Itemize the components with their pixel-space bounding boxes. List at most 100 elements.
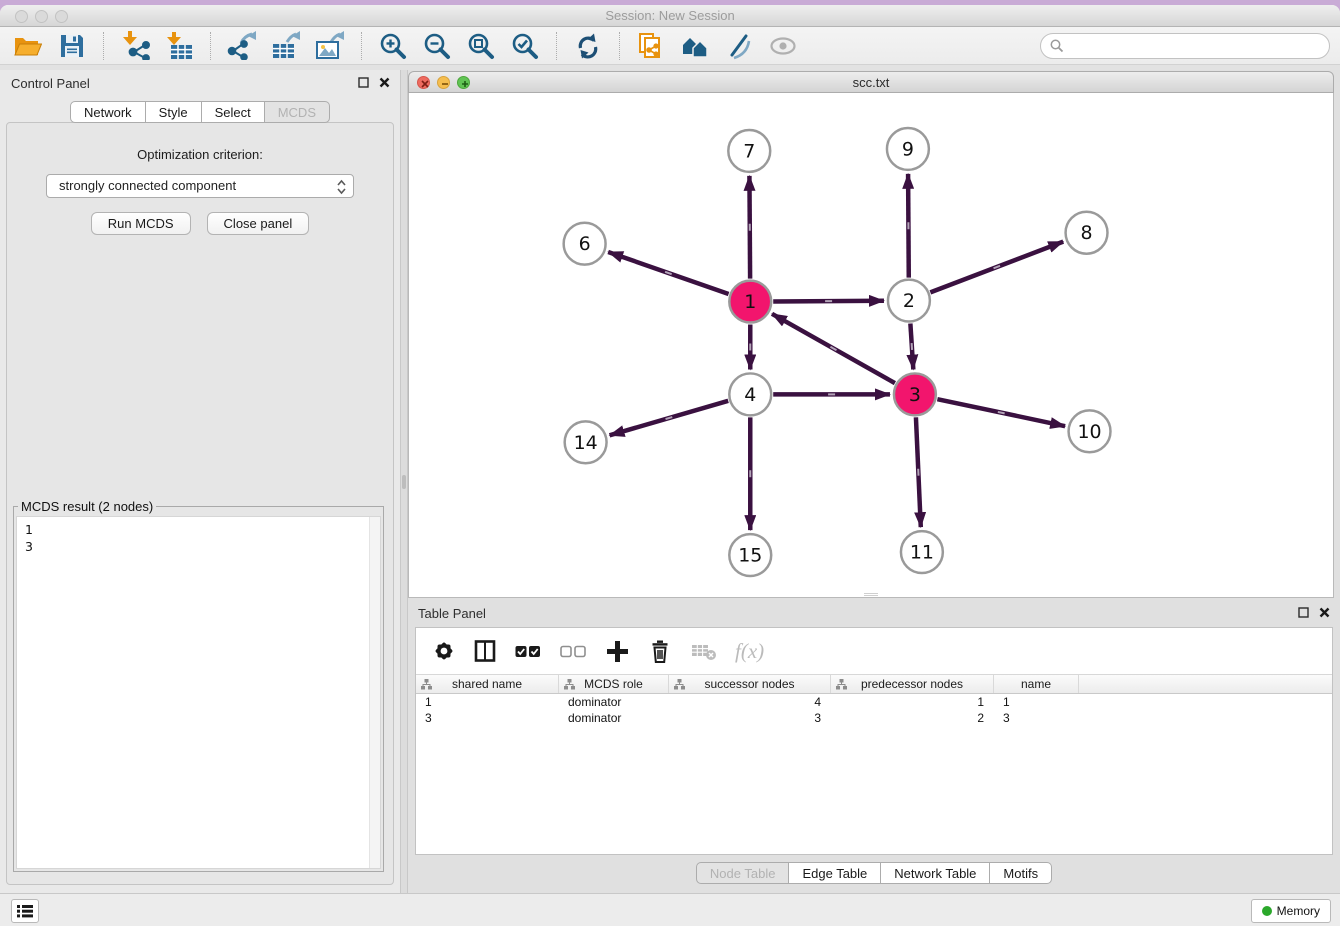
table-row[interactable]: 1dominator411 — [416, 694, 1332, 710]
tab-edge-table[interactable]: Edge Table — [789, 862, 881, 884]
column-header-shared-name[interactable]: shared name — [416, 675, 559, 693]
float-table-panel-icon[interactable] — [1298, 607, 1309, 618]
search-icon — [1050, 39, 1064, 53]
run-mcds-button[interactable]: Run MCDS — [91, 212, 191, 235]
graph-node-2[interactable]: 2 — [888, 280, 930, 322]
network-overview-button[interactable] — [677, 30, 713, 62]
deselect-all-columns-button[interactable] — [559, 635, 587, 667]
criterion-select[interactable]: strongly connected component — [46, 174, 354, 198]
column-header-MCDS-role[interactable]: MCDS role — [559, 675, 669, 693]
control-panel-tabs: NetworkStyleSelectMCDS — [0, 101, 400, 123]
table-cell[interactable]: dominator — [559, 710, 669, 726]
apply-layout-button[interactable] — [570, 30, 606, 62]
houses-icon — [681, 33, 709, 59]
export-table-icon — [271, 31, 301, 60]
tab-mcds[interactable]: MCDS — [265, 101, 330, 123]
tab-network[interactable]: Network — [70, 101, 146, 123]
column-header-predecessor-nodes[interactable]: predecessor nodes — [831, 675, 994, 693]
memory-label: Memory — [1277, 904, 1320, 918]
tab-select[interactable]: Select — [202, 101, 265, 123]
table-cell[interactable]: 3 — [994, 710, 1079, 726]
open-session-button[interactable] — [10, 30, 46, 62]
graph-node-7[interactable]: 7 — [728, 130, 770, 172]
function-builder-button[interactable]: f(x) — [735, 639, 764, 664]
table-cell[interactable]: 3 — [669, 710, 831, 726]
mcds-result-area[interactable]: 1 3 — [16, 516, 381, 869]
show-columns-button[interactable] — [473, 635, 497, 667]
table-cell[interactable]: dominator — [559, 694, 669, 710]
tab-network-table[interactable]: Network Table — [881, 862, 990, 884]
graph-node-11[interactable]: 11 — [901, 531, 943, 573]
search-box[interactable] — [1040, 33, 1330, 59]
edge-label-mark — [828, 393, 835, 395]
search-input[interactable] — [1070, 38, 1320, 53]
close-table-panel-icon[interactable] — [1319, 607, 1330, 618]
canvas-resize-grip[interactable] — [864, 593, 878, 596]
export-network-button[interactable] — [224, 30, 260, 62]
tab-style[interactable]: Style — [146, 101, 202, 123]
column-label: shared name — [452, 677, 522, 691]
column-header-name[interactable]: name — [994, 675, 1079, 693]
delete-column-button[interactable] — [647, 635, 673, 667]
graph-node-15[interactable]: 15 — [729, 534, 771, 576]
tab-node-table[interactable]: Node Table — [696, 862, 790, 884]
zoom-fit-button[interactable] — [463, 30, 499, 62]
graph-node-14[interactable]: 14 — [565, 421, 607, 463]
graph-node-3[interactable]: 3 — [894, 373, 936, 415]
graph-node-1[interactable]: 1 — [729, 281, 771, 323]
table-cell[interactable]: 1 — [416, 694, 559, 710]
float-panel-icon[interactable] — [358, 77, 369, 88]
table-row[interactable]: 3dominator323 — [416, 710, 1332, 726]
close-panel-button[interactable]: Close panel — [207, 212, 310, 235]
memory-button[interactable]: Memory — [1251, 899, 1331, 923]
export-image-button[interactable] — [312, 30, 348, 62]
table-cell[interactable]: 4 — [669, 694, 831, 710]
splitter-grip[interactable] — [402, 475, 406, 489]
title-bar: Session: New Session — [0, 5, 1340, 27]
table-content: f(x) shared name MCDS rolesuccessor nodes… — [415, 627, 1333, 855]
network-window: scc.txt 7968124314101511 — [408, 71, 1334, 598]
toolbar-separator — [361, 32, 362, 60]
control-panel: Control Panel NetworkStyleSelectMCDS Opt… — [0, 70, 400, 893]
show-hide-button[interactable] — [765, 30, 801, 62]
delete-table-button[interactable] — [690, 635, 718, 667]
tab-motifs[interactable]: Motifs — [990, 862, 1052, 884]
export-table-button[interactable] — [268, 30, 304, 62]
save-session-button[interactable] — [54, 30, 90, 62]
svg-text:15: 15 — [738, 545, 762, 567]
graph-node-8[interactable]: 8 — [1066, 212, 1108, 254]
result-scrollbar[interactable] — [369, 517, 380, 868]
panel-splitter[interactable] — [400, 70, 408, 893]
network-canvas[interactable]: 7 9 6 8 1 2 4 3 14 10 15 11 — [408, 93, 1334, 598]
zoom-out-button[interactable] — [419, 30, 455, 62]
table-toolbar: f(x) — [416, 628, 1332, 674]
criterion-label: Optimization criterion: — [7, 147, 393, 162]
edge-label-mark — [749, 224, 751, 231]
graph-node-9[interactable]: 9 — [887, 128, 929, 170]
add-column-button[interactable] — [604, 635, 630, 667]
task-history-button[interactable] — [11, 899, 39, 923]
svg-text:7: 7 — [743, 140, 755, 162]
graph-node-6[interactable]: 6 — [564, 223, 606, 265]
column-header-successor-nodes[interactable]: successor nodes — [669, 675, 831, 693]
network-graph[interactable]: 7 9 6 8 1 2 4 3 14 10 15 11 — [409, 93, 1333, 597]
table-cell[interactable]: 1 — [994, 694, 1079, 710]
import-network-button[interactable] — [117, 30, 153, 62]
table-cell[interactable]: 1 — [831, 694, 994, 710]
graph-node-10[interactable]: 10 — [1069, 410, 1111, 452]
edge-label-mark — [749, 470, 751, 477]
delete-table-icon — [692, 641, 717, 661]
table-settings-button[interactable] — [432, 635, 456, 667]
zoom-selected-button[interactable] — [507, 30, 543, 62]
close-panel-icon[interactable] — [379, 77, 390, 88]
select-all-columns-button[interactable] — [514, 635, 542, 667]
graph-node-4[interactable]: 4 — [729, 373, 771, 415]
table-cell[interactable]: 3 — [416, 710, 559, 726]
table-cell[interactable]: 2 — [831, 710, 994, 726]
apply-style-button[interactable] — [721, 30, 757, 62]
import-table-button[interactable] — [161, 30, 197, 62]
clone-network-button[interactable] — [633, 30, 669, 62]
zoom-in-button[interactable] — [375, 30, 411, 62]
svg-text:14: 14 — [574, 432, 598, 454]
svg-text:3: 3 — [909, 384, 921, 406]
